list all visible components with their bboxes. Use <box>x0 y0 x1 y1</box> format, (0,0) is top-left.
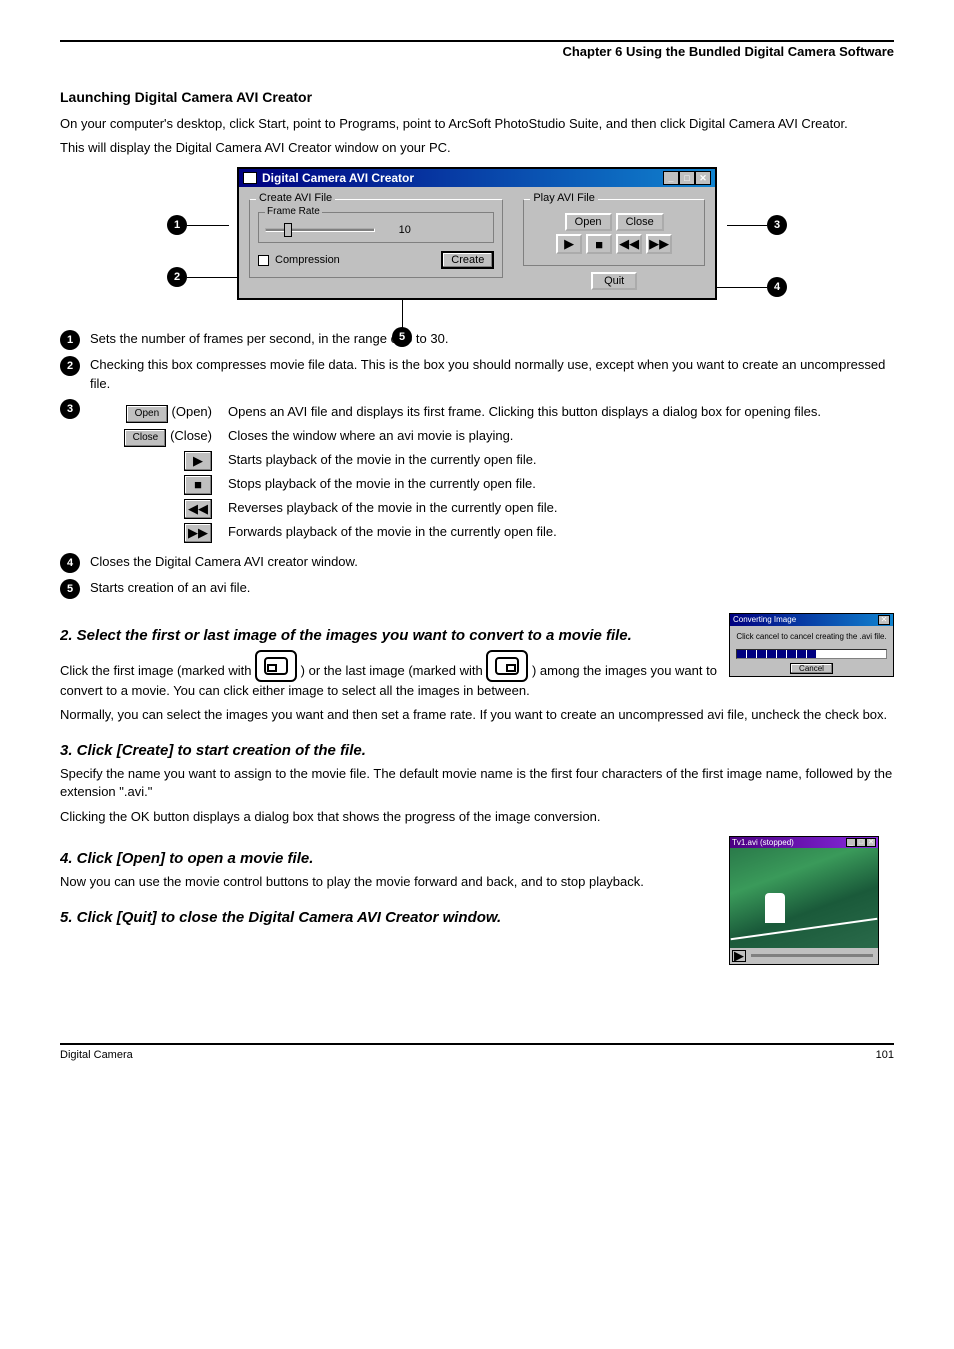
play-avi-legend: Play AVI File <box>530 192 598 204</box>
converting-title: Converting Image <box>733 615 796 625</box>
open-button[interactable]: Open <box>565 213 612 231</box>
step-3-heading: 3. Click [Create] to start creation of t… <box>60 742 894 759</box>
section-title: Launching Digital Camera AVI Creator <box>60 89 894 105</box>
player-figure <box>765 893 785 923</box>
play-icon: ▶ <box>184 451 212 471</box>
rewind-icon-button[interactable]: ◀◀ <box>616 234 642 254</box>
callout-1: 1 <box>167 215 187 235</box>
leader-line <box>187 277 237 278</box>
create-avi-legend: Create AVI File <box>256 192 335 204</box>
progress-bar <box>736 649 887 659</box>
stop-icon: ■ <box>184 475 212 495</box>
callout-3: 3 <box>767 215 787 235</box>
frame-rate-slider[interactable] <box>265 228 375 232</box>
quit-button[interactable]: Quit <box>591 272 637 290</box>
leader-line <box>187 225 229 226</box>
compression-label: Compression <box>275 254 340 266</box>
player-close-button[interactable]: ✕ <box>866 838 876 847</box>
legend-stop-desc: Stops playback of the movie in the curre… <box>228 475 536 493</box>
legend-ff-desc: Forwards playback of the movie in the cu… <box>228 523 557 541</box>
forward-icon: ▶▶ <box>184 523 212 543</box>
converting-close-icon[interactable]: ✕ <box>878 615 890 625</box>
player-video-area <box>730 848 878 948</box>
first-frame-icon <box>255 650 297 682</box>
play-avi-group: Play AVI File Open Close ▶ ■ ◀◀ ▶▶ <box>523 199 705 266</box>
player-play-button[interactable]: ▶ <box>732 950 746 962</box>
court-line <box>731 917 878 940</box>
maximize-button[interactable]: □ <box>679 171 695 185</box>
last-frame-icon <box>486 650 528 682</box>
slider-thumb[interactable] <box>284 223 292 237</box>
leader-line <box>402 297 403 329</box>
converting-msg: Click cancel to cancel creating the .avi… <box>730 626 893 647</box>
legend-bullet-4: 4 <box>60 553 80 573</box>
rewind-icon: ◀◀ <box>184 499 212 519</box>
intro-text-2: This will display the Digital Camera AVI… <box>60 139 894 157</box>
footer-left: Digital Camera <box>60 1049 133 1061</box>
step-3a: Specify the name you want to assign to t… <box>60 765 894 801</box>
close-button-sample[interactable]: Close <box>124 429 166 447</box>
avi-creator-dialog: Digital Camera AVI Creator _ □ ✕ Create … <box>237 167 717 300</box>
play-icon-button[interactable]: ▶ <box>556 234 582 254</box>
create-button[interactable]: Create <box>441 251 494 269</box>
app-icon <box>243 172 257 184</box>
dialog-title: Digital Camera AVI Creator <box>262 171 414 185</box>
frame-rate-value: 10 <box>399 224 411 236</box>
close-window-button[interactable]: ✕ <box>695 171 711 185</box>
legend-bullet-2: 2 <box>60 356 80 376</box>
step-3b: Clicking the OK button displays a dialog… <box>60 808 894 826</box>
top-rule <box>60 40 894 42</box>
legend-open-desc: Opens an AVI file and displays its first… <box>228 403 821 421</box>
legend-rew-desc: Reverses playback of the movie in the cu… <box>228 499 558 517</box>
player-seek-track[interactable] <box>751 954 873 957</box>
minimize-button[interactable]: _ <box>663 171 679 185</box>
stop-icon-button[interactable]: ■ <box>586 234 612 254</box>
leader-line <box>727 225 767 226</box>
frame-rate-legend: Frame Rate <box>265 206 322 217</box>
frame-rate-group: Frame Rate 10 <box>258 212 494 243</box>
open-paren: (Open) <box>172 404 212 419</box>
forward-icon-button[interactable]: ▶▶ <box>646 234 672 254</box>
bottom-rule <box>60 1043 894 1045</box>
legend-bullet-1: 1 <box>60 330 80 350</box>
intro-text-1: On your computer's desktop, click Start,… <box>60 115 894 133</box>
legend-bullet-5: 5 <box>60 579 80 599</box>
player-min-button[interactable]: _ <box>846 838 856 847</box>
compression-checkbox[interactable] <box>258 255 269 266</box>
player-title: Tv1.avi (stopped) <box>732 838 794 847</box>
player-max-button[interactable]: □ <box>856 838 866 847</box>
footer-right: 101 <box>876 1049 894 1061</box>
create-avi-group: Create AVI File Frame Rate 10 Compressio… <box>249 199 503 278</box>
legend-play-desc: Starts playback of the movie in the curr… <box>228 451 537 469</box>
close-paren: (Close) <box>170 428 212 443</box>
legend-text-4: Closes the Digital Camera AVI creator wi… <box>90 553 894 571</box>
callout-4: 4 <box>767 277 787 297</box>
close-button[interactable]: Close <box>616 213 664 231</box>
player-window: Tv1.avi (stopped) _ □ ✕ ▶ <box>729 836 879 965</box>
player-controls: ▶ <box>730 948 878 964</box>
legend-text-2: Checking this box compresses movie file … <box>90 356 894 392</box>
converting-dialog: Converting Image ✕ Click cancel to cancel… <box>729 613 894 677</box>
legend-close-desc: Closes the window where an avi movie is … <box>228 427 513 445</box>
dialog-titlebar: Digital Camera AVI Creator _ □ ✕ <box>239 169 715 187</box>
step-2b: Normally, you can select the images you … <box>60 706 894 724</box>
callout-2: 2 <box>167 267 187 287</box>
chapter-header: Chapter 6 Using the Bundled Digital Came… <box>60 44 894 59</box>
legend-text-1: Sets the number of frames per second, in… <box>90 330 894 348</box>
converting-cancel-button[interactable]: Cancel <box>790 663 833 674</box>
legend-bullet-3: 3 <box>60 399 80 419</box>
open-button-sample[interactable]: Open <box>126 405 168 423</box>
legend-text-5: Starts creation of an avi file. <box>90 579 894 597</box>
